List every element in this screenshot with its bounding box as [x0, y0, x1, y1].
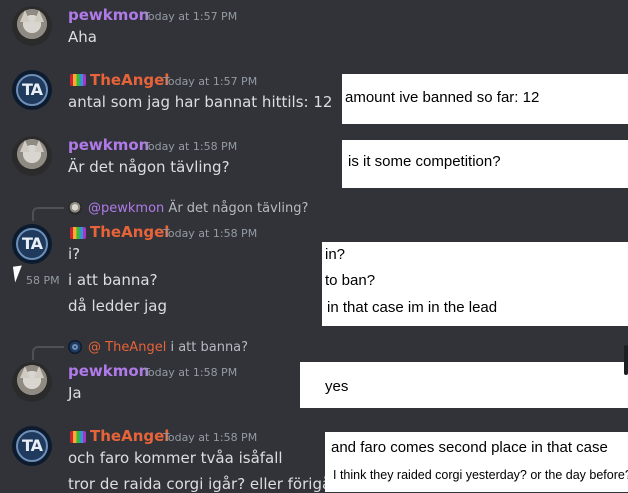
message-text: antal som jag har bannat hittils: 12 — [68, 93, 333, 111]
reply-author[interactable]: @ TheAngel — [88, 340, 166, 355]
translation-text: in? — [325, 246, 346, 263]
role-flag-icon — [70, 74, 86, 86]
message-text: och faro kommer tvåa isåfall — [68, 449, 283, 467]
avatar[interactable]: TA — [12, 224, 52, 264]
hover-timestamp: 58 PM — [26, 274, 60, 287]
translation-text: I think they raided corgi yesterday? or … — [333, 468, 628, 482]
translation-text: amount ive banned so far: 12 — [345, 89, 540, 106]
timestamp: Today at 1:58 PM — [163, 227, 258, 240]
translation-box: yes — [300, 362, 628, 408]
username[interactable]: pewkmon — [68, 6, 149, 24]
reply-author[interactable]: @pewkmon — [88, 201, 164, 216]
timestamp: Today at 1:58 PM — [143, 140, 238, 153]
translation-text: in that case im in the lead — [327, 299, 498, 316]
username[interactable]: TheAngel — [90, 223, 169, 241]
translation-box: and faro comes second place in that case… — [325, 432, 628, 492]
timestamp: Today at 1:57 PM — [143, 10, 238, 23]
reply-avatar — [68, 340, 82, 354]
avatar[interactable] — [12, 136, 52, 176]
message-text: Är det någon tävling? — [68, 158, 230, 176]
avatar[interactable] — [12, 6, 52, 46]
avatar[interactable]: TA — [12, 426, 52, 466]
reply-preview[interactable]: @ TheAngel i att banna? — [88, 340, 248, 355]
translation-text: and faro comes second place in that case — [331, 439, 608, 456]
reply-snippet: i att banna? — [170, 340, 249, 355]
timestamp: Today at 1:57 PM — [163, 75, 258, 88]
message-text: tror de raida corgi igår? eller förigår? — [68, 475, 346, 493]
timestamp: Today at 1:58 PM — [143, 366, 238, 379]
username[interactable]: pewkmon — [68, 136, 149, 154]
role-flag-icon — [70, 431, 86, 443]
username[interactable]: TheAngel — [90, 427, 169, 445]
message-text: i att banna? — [68, 271, 158, 289]
scrollbar[interactable] — [624, 345, 628, 375]
username[interactable]: TheAngel — [90, 71, 169, 89]
username[interactable]: pewkmon — [68, 362, 149, 380]
message-text: då ledder jag — [68, 297, 167, 315]
reply-connector — [32, 207, 64, 221]
translation-text: to ban? — [325, 272, 376, 289]
translation-text: is it some competition? — [348, 153, 501, 170]
message-text: i? — [68, 245, 81, 263]
reply-preview[interactable]: @pewkmon Är det någon tävling? — [88, 201, 308, 216]
avatar[interactable] — [12, 362, 52, 402]
mouse-cursor-icon — [12, 265, 25, 283]
reply-connector — [32, 346, 64, 360]
role-flag-icon — [70, 227, 86, 239]
message-text: Aha — [68, 28, 97, 46]
avatar[interactable]: TA — [12, 70, 52, 110]
translation-box: amount ive banned so far: 12 — [342, 74, 628, 124]
translation-box: is it some competition? — [342, 140, 628, 188]
reply-avatar — [68, 201, 82, 215]
translation-text: yes — [325, 378, 349, 395]
translation-box: in? to ban? in that case im in the lead — [322, 242, 628, 326]
message-text: Ja — [68, 384, 82, 402]
reply-snippet: Är det någon tävling? — [168, 201, 309, 216]
timestamp: Today at 1:58 PM — [163, 431, 258, 444]
